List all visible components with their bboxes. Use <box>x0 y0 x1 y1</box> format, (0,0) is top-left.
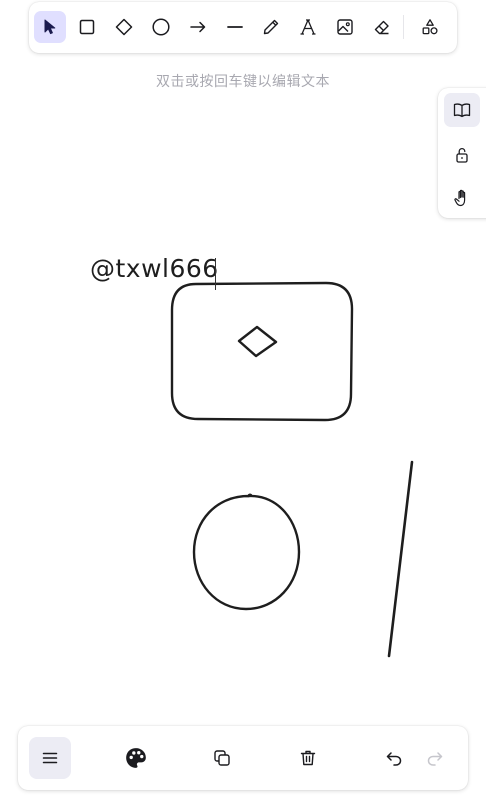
hand-icon <box>454 189 466 207</box>
ellipse-icon <box>152 18 170 36</box>
more-shapes-button[interactable] <box>414 11 446 43</box>
canvas-shapes <box>170 281 414 658</box>
line-icon <box>227 26 243 28</box>
duplicate-icon <box>214 750 230 766</box>
pencil-icon <box>263 19 279 35</box>
image-icon <box>337 19 353 35</box>
library-button[interactable] <box>444 93 480 127</box>
main-menu-button[interactable] <box>29 737 71 779</box>
rectangle-icon <box>79 19 95 35</box>
palette-icon <box>126 748 146 768</box>
undo-icon <box>386 752 402 766</box>
diamond-shape[interactable] <box>237 325 278 358</box>
shapes-icon <box>422 19 438 35</box>
ellipse-shape[interactable] <box>192 493 301 611</box>
pointer-icon <box>44 19 56 35</box>
redo-icon <box>427 752 443 766</box>
undo-button[interactable] <box>373 737 415 779</box>
image-tool-button[interactable] <box>329 11 361 43</box>
duplicate-button[interactable] <box>201 737 243 779</box>
line-shape[interactable] <box>387 460 414 658</box>
ellipse-tool-button[interactable] <box>145 11 177 43</box>
arrow-tool-button[interactable] <box>182 11 214 43</box>
text-tool-button[interactable] <box>292 11 324 43</box>
rectangle-tool-button[interactable] <box>71 11 103 43</box>
toolbar-divider <box>403 15 404 39</box>
diamond-tool-button[interactable] <box>108 11 140 43</box>
drawing-canvas[interactable]: @txwl666 <box>0 0 486 800</box>
side-panel <box>438 88 486 218</box>
bottom-toolbar <box>18 726 468 790</box>
shape-toolbar <box>29 2 457 53</box>
book-icon <box>453 103 471 118</box>
whiteboard-app: @txwl666 双击或按回车键以编辑文本 <box>0 0 486 800</box>
style-button[interactable] <box>115 737 157 779</box>
hand-tool-button[interactable] <box>444 181 480 215</box>
diamond-icon <box>115 18 133 36</box>
edit-hint-text: 双击或按回车键以编辑文本 <box>156 74 330 90</box>
select-tool-button[interactable] <box>34 11 66 43</box>
delete-button[interactable] <box>287 737 329 779</box>
hamburger-icon <box>42 752 58 764</box>
arrow-icon <box>190 21 206 33</box>
trash-icon <box>300 750 316 766</box>
line-tool-button[interactable] <box>219 11 251 43</box>
lock-button[interactable] <box>444 138 480 172</box>
unlock-icon <box>456 147 468 163</box>
text-caret <box>215 258 216 290</box>
text-icon <box>300 19 316 35</box>
redo-button[interactable] <box>414 737 456 779</box>
canvas-text-element[interactable]: @txwl666 <box>90 254 219 283</box>
draw-tool-button[interactable] <box>255 11 287 43</box>
eraser-icon <box>374 20 389 35</box>
eraser-tool-button[interactable] <box>366 11 398 43</box>
